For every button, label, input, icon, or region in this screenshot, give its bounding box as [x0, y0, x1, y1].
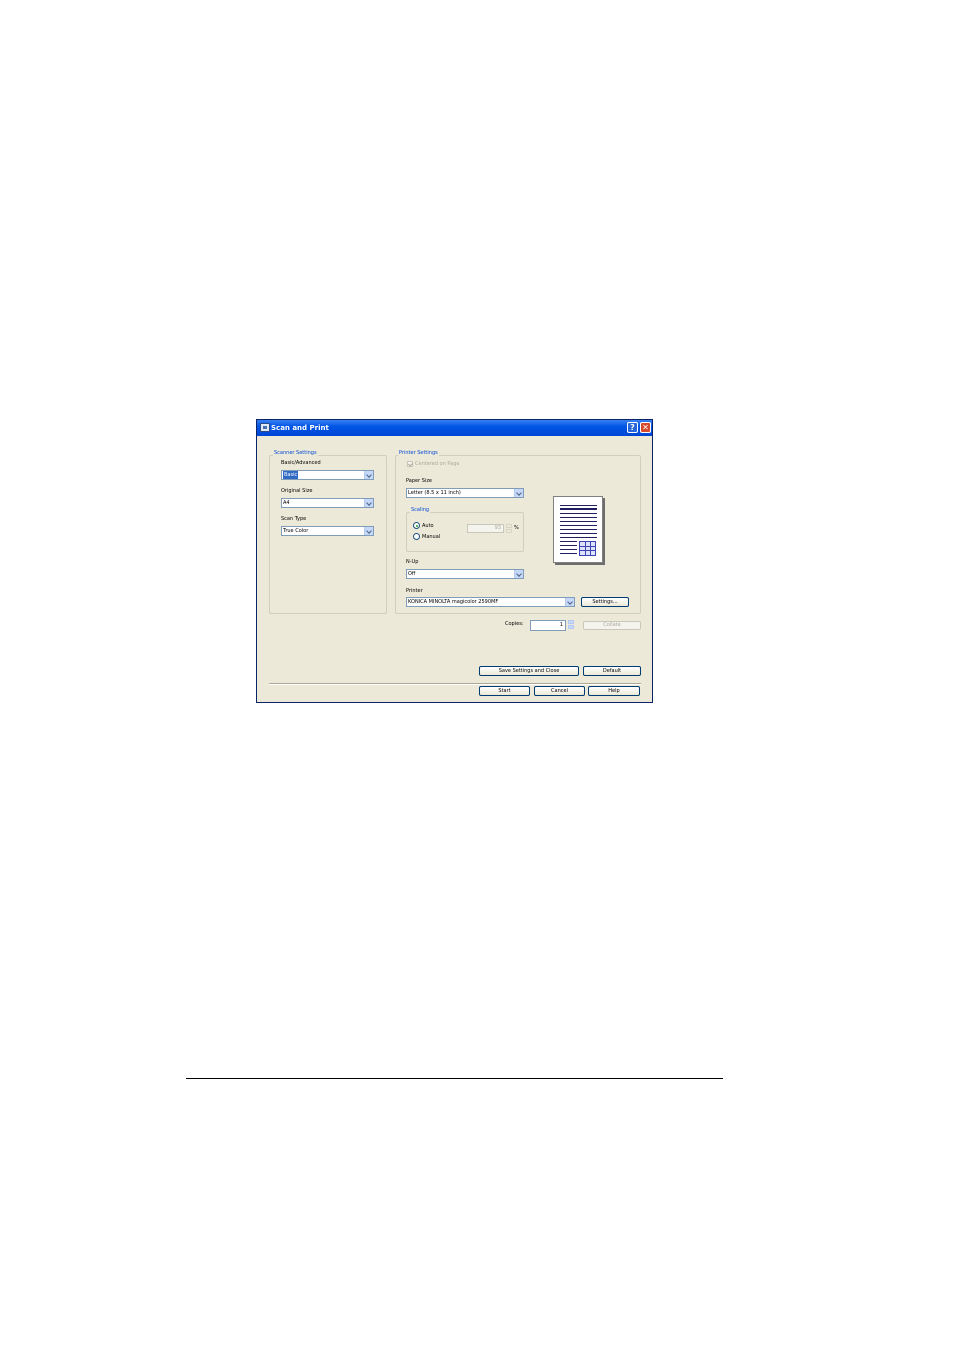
preview-text-line: [560, 521, 597, 522]
chevron-down-icon[interactable]: [364, 499, 373, 507]
printer-label: Printer: [406, 588, 423, 594]
spin-up-icon[interactable]: [568, 620, 574, 624]
preview-text-line: [560, 537, 597, 538]
spin-up-icon[interactable]: [506, 524, 512, 528]
preview-text-line: [560, 533, 597, 534]
preview-text-line: [560, 549, 577, 550]
close-title-button[interactable]: ✕: [640, 422, 651, 433]
preview-image-icon: [579, 541, 596, 556]
copies-field[interactable]: 1: [530, 620, 566, 631]
n-up-label: N-Up: [406, 559, 419, 565]
page-preview-thumbnail: [553, 496, 603, 563]
percent-sign: %: [514, 525, 519, 531]
centered-on-page-checkbox[interactable]: [407, 461, 413, 467]
scan-type-label: Scan Type: [281, 516, 307, 522]
preview-text-line: [560, 553, 577, 554]
preview-text-line: [560, 517, 597, 518]
title-bar[interactable]: Scan and Print ? ✕: [257, 420, 652, 436]
preview-text-line: [560, 545, 577, 546]
scaling-percent-field[interactable]: 93: [467, 524, 504, 533]
printer-settings-label: Printer Settings: [398, 450, 439, 456]
preview-text-line: [560, 508, 597, 510]
preview-text-line: [560, 525, 597, 526]
chevron-down-icon[interactable]: [565, 598, 574, 606]
chevron-down-icon[interactable]: [364, 527, 373, 535]
chevron-down-icon[interactable]: [514, 489, 523, 497]
scanner-settings-label: Scanner Settings: [273, 450, 318, 456]
n-up-value: Off: [408, 571, 416, 577]
spin-down-icon[interactable]: [568, 625, 574, 629]
paper-size-select[interactable]: Letter (8.5 x 11 inch): [406, 488, 524, 498]
preview-text-line: [560, 541, 577, 542]
scaling-spin-buttons[interactable]: [506, 524, 512, 533]
help-title-button[interactable]: ?: [627, 422, 638, 433]
page-footer-rule: [186, 1078, 723, 1079]
scaling-auto-radio[interactable]: [413, 522, 420, 529]
paper-size-label: Paper Size: [406, 478, 433, 484]
cancel-button[interactable]: Cancel: [534, 686, 585, 696]
scan-type-value: True Color: [283, 528, 309, 534]
preview-text-line: [560, 529, 597, 530]
start-button[interactable]: Start: [479, 686, 530, 696]
basic-advanced-label: Basic/Advanced: [281, 460, 321, 466]
centered-on-page-label: Centered on Page: [415, 461, 460, 467]
copies-label: Copies:: [505, 621, 524, 627]
help-button[interactable]: Help: [588, 686, 640, 696]
button-separator: [269, 683, 641, 685]
paper-size-value: Letter (8.5 x 11 inch): [408, 490, 461, 496]
chevron-down-icon[interactable]: [364, 471, 373, 479]
basic-advanced-select[interactable]: Basic: [281, 470, 374, 480]
chevron-down-icon[interactable]: [514, 570, 523, 578]
preview-text-line: [560, 505, 597, 506]
question-mark-icon: ?: [630, 423, 635, 432]
scaling-manual-radio[interactable]: [413, 533, 420, 540]
copies-spin-buttons[interactable]: [568, 620, 574, 629]
printer-select[interactable]: KONICA MINOLTA magicolor 2590MF: [406, 597, 575, 607]
collate-button[interactable]: Collate: [583, 621, 641, 630]
basic-advanced-value: Basic: [283, 471, 299, 479]
default-button[interactable]: Default: [583, 666, 641, 676]
spin-down-icon[interactable]: [506, 529, 512, 533]
scan-and-print-dialog: Scan and Print ? ✕ Scanner Settings Basi…: [256, 419, 653, 703]
scanner-app-icon: [260, 423, 270, 432]
scaling-manual-label: Manual: [422, 534, 441, 540]
save-settings-and-close-button[interactable]: Save Settings and Close: [479, 666, 579, 676]
dialog-title: Scan and Print: [271, 424, 329, 432]
printer-value: KONICA MINOLTA magicolor 2590MF: [408, 599, 499, 605]
printer-settings-button[interactable]: Settings...: [581, 597, 629, 607]
original-size-select[interactable]: A4: [281, 498, 374, 508]
close-icon: ✕: [642, 423, 649, 432]
n-up-select[interactable]: Off: [406, 569, 524, 579]
preview-text-line: [560, 513, 597, 514]
original-size-value: A4: [283, 500, 290, 506]
scaling-auto-label: Auto: [422, 523, 434, 529]
original-size-label: Original Size: [281, 488, 313, 494]
scan-type-select[interactable]: True Color: [281, 526, 374, 536]
scaling-label: Scaling: [410, 507, 431, 513]
